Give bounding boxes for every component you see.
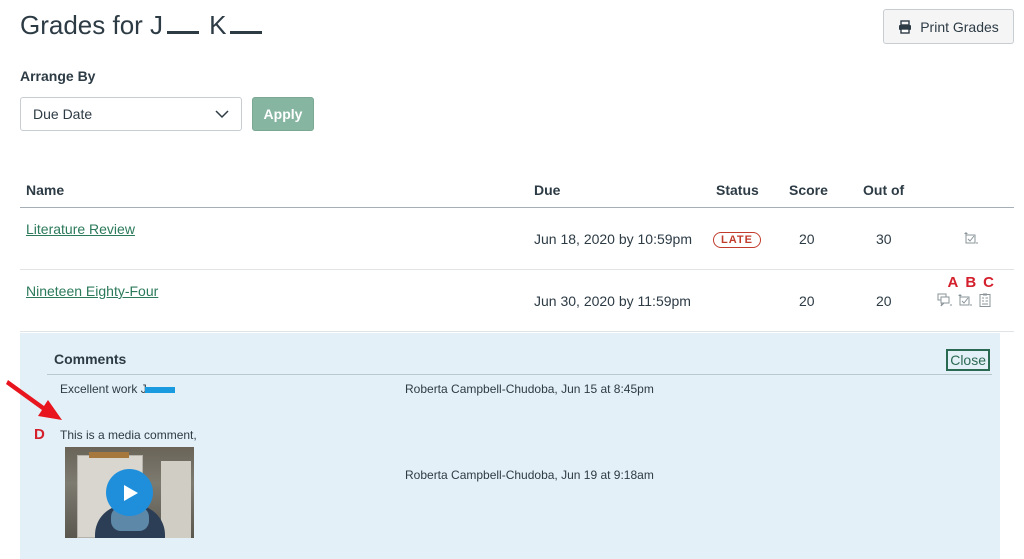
points-possible: 20: [876, 293, 892, 309]
play-button[interactable]: [106, 469, 153, 516]
annotation-d: D: [34, 426, 45, 443]
due-date: Jun 30, 2020 by 11:59pm: [534, 293, 691, 309]
assignment-link[interactable]: Literature Review: [26, 221, 135, 237]
divider: [47, 374, 992, 375]
redacted-name: [144, 386, 175, 393]
comments-icon[interactable]: [936, 292, 954, 308]
column-header-out-of: Out of: [863, 182, 905, 198]
media-comment-video[interactable]: [65, 447, 194, 538]
due-date: Jun 18, 2020 by 10:59pm: [534, 231, 693, 247]
comment-text: Excellent work J: [60, 382, 175, 396]
rubric-icon[interactable]: [956, 292, 974, 308]
score: 20: [799, 231, 815, 247]
comments-panel: Comments Close Excellent work J Roberta …: [20, 333, 1000, 559]
points-possible: 30: [876, 231, 892, 247]
redacted-last-name: [230, 31, 263, 34]
column-header-score: Score: [789, 182, 828, 198]
column-header-due: Due: [534, 182, 561, 198]
column-header-status: Status: [716, 182, 759, 198]
chevron-down-icon: [215, 110, 229, 119]
page-title: Grades for J K: [20, 10, 272, 41]
score: 20: [799, 293, 815, 309]
annotation-b: B: [965, 274, 977, 291]
annotation-c: C: [983, 274, 994, 291]
assignment-link[interactable]: Nineteen Eighty-Four: [26, 283, 158, 299]
comment-author-time: Roberta Campbell-Chudoba, Jun 19 at 9:18…: [405, 468, 654, 482]
arrange-by-label: Arrange By: [20, 68, 96, 84]
table-row: Nineteen Eighty-Four Jun 30, 2020 by 11:…: [20, 270, 1014, 332]
print-grades-button[interactable]: Print Grades: [883, 9, 1014, 44]
late-badge: LATE: [713, 232, 761, 248]
rubric-icon[interactable]: [962, 230, 980, 246]
close-comments-button[interactable]: Close: [946, 349, 990, 371]
table-header: Name Due Status Score Out of: [20, 170, 1014, 208]
grades-table: Name Due Status Score Out of Literature …: [20, 170, 1014, 332]
annotation-arrow-icon: [6, 380, 62, 420]
arrange-by-select[interactable]: Due Date: [20, 97, 242, 131]
play-icon: [124, 484, 138, 501]
annotation-a: A: [947, 274, 959, 291]
status-cell: LATE: [713, 230, 761, 248]
table-row: Literature Review Jun 18, 2020 by 10:59p…: [20, 208, 1014, 270]
comment-author-time: Roberta Campbell-Chudoba, Jun 15 at 8:45…: [405, 382, 654, 396]
column-header-name: Name: [26, 182, 65, 198]
clipboard-icon[interactable]: [976, 292, 994, 308]
apply-button[interactable]: Apply: [252, 97, 314, 131]
redacted-first-name: [167, 31, 200, 34]
comment-text: This is a media comment,: [60, 428, 197, 442]
annotation-letters: A B C: [947, 274, 994, 291]
comments-heading: Comments: [54, 351, 127, 367]
printer-icon: [899, 19, 912, 34]
